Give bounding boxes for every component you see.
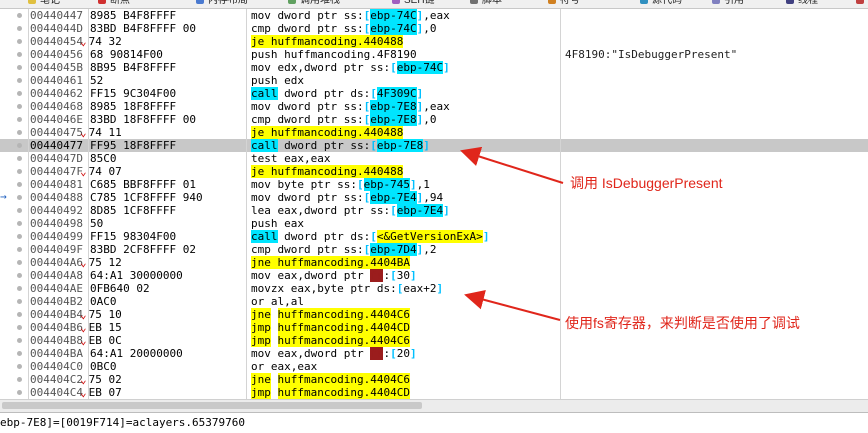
arrow-to-call [460,146,564,184]
annotation-arrows [460,146,564,321]
arrow-to-fs [464,289,561,321]
horizontal-scrollbar[interactable] [0,399,868,412]
scrollbar-thumb[interactable] [2,402,422,409]
status-bar: ebp-7E8]=[0019F714]=aclayers.65379760 [0,412,868,433]
